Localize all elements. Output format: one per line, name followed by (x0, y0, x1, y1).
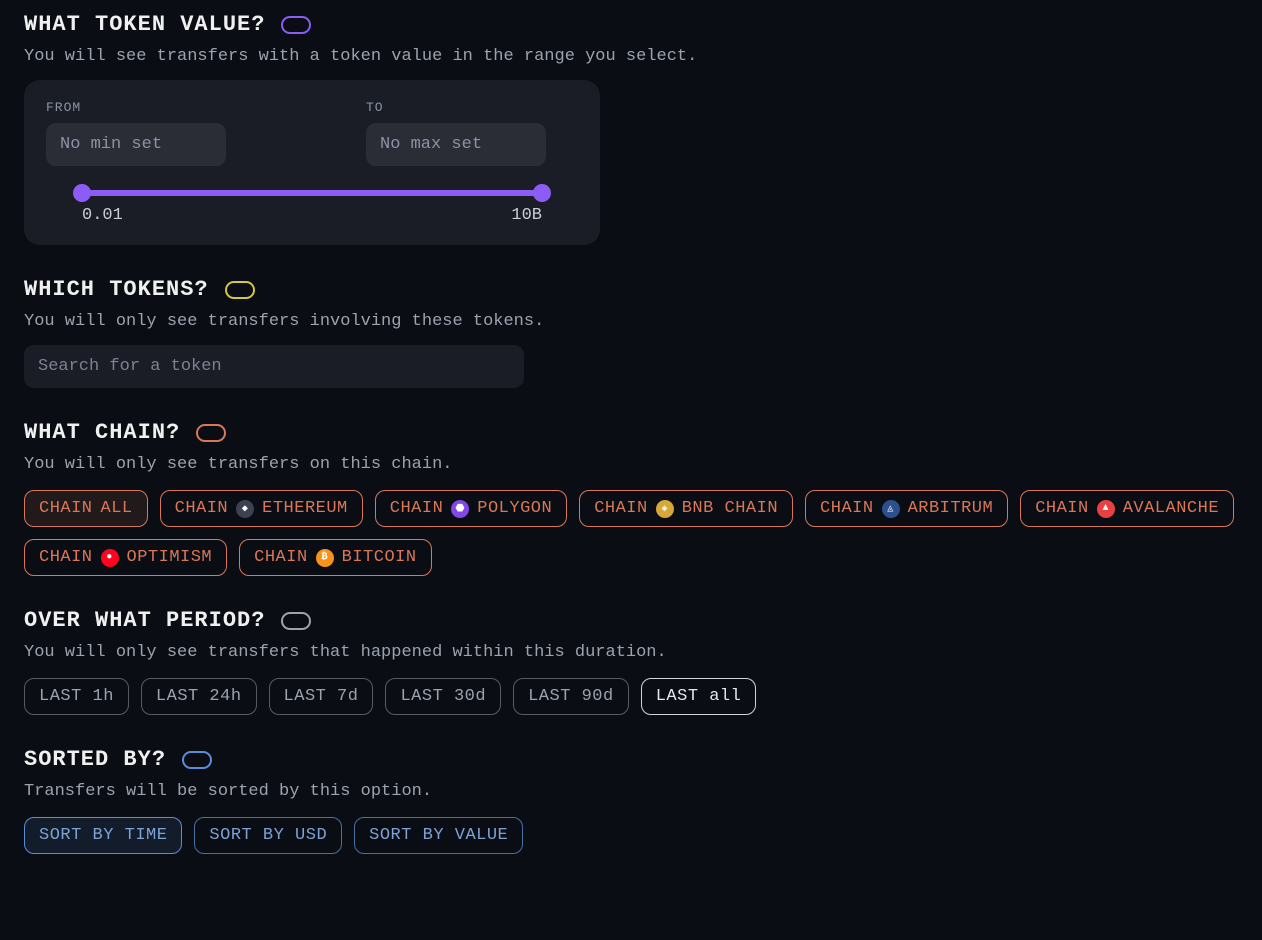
pill-indicator-orange (196, 424, 226, 442)
period-chip-7d[interactable]: LAST 7d (269, 678, 374, 715)
chain-chip-avalanche[interactable]: CHAIN ▲ AVALANCHE (1020, 490, 1234, 527)
section-header: WHAT CHAIN? (24, 420, 1238, 445)
section-title: WHICH TOKENS? (24, 277, 209, 302)
field-from-group: FROM (46, 100, 226, 166)
token-search-input[interactable] (24, 345, 524, 388)
section-description: Transfers will be sorted by this option. (24, 782, 1238, 801)
sort-options: SORT BY TIME SORT BY USD SORT BY VALUE (24, 817, 1238, 854)
range-fields: FROM TO (46, 100, 578, 166)
section-description: You will only see transfers on this chai… (24, 455, 1238, 474)
section-header: WHAT TOKEN VALUE? (24, 12, 1238, 37)
section-description: You will only see transfers that happene… (24, 643, 1238, 662)
section-title: SORTED BY? (24, 747, 166, 772)
chain-chip-all[interactable]: CHAIN ALL (24, 490, 148, 527)
section-header: WHICH TOKENS? (24, 277, 1238, 302)
period-chip-30d[interactable]: LAST 30d (385, 678, 501, 715)
chip-prefix: CHAIN (39, 548, 93, 567)
chip-prefix: CHAIN (175, 499, 229, 518)
btc-icon: ₿ (316, 549, 334, 567)
section-title: OVER WHAT PERIOD? (24, 608, 265, 633)
chain-chip-bnb-chain[interactable]: CHAIN ◈ BNB CHAIN (579, 490, 793, 527)
slider-thumb-max[interactable] (533, 184, 551, 202)
chip-prefix: CHAIN (1035, 499, 1089, 518)
opt-icon: ● (101, 549, 119, 567)
bnb-icon: ◈ (656, 500, 674, 518)
chip-label: POLYGON (477, 499, 552, 518)
avax-icon: ▲ (1097, 500, 1115, 518)
period-options: LAST 1h LAST 24h LAST 7d LAST 30d LAST 90d LA… (24, 678, 1238, 715)
section-description: You will only see transfers involving th… (24, 312, 1238, 331)
chip-prefix: CHAIN (390, 499, 444, 518)
pill-indicator-yellow (225, 281, 255, 299)
chip-prefix: CHAIN (820, 499, 874, 518)
chip-label: BITCOIN (342, 548, 417, 567)
slider-min-label: 0.01 (82, 206, 123, 225)
chain-chip-arbitrum[interactable]: CHAIN ◬ ARBITRUM (805, 490, 1008, 527)
field-to-group: TO (366, 100, 546, 166)
period-chip-90d[interactable]: LAST 90d (513, 678, 629, 715)
chip-prefix: CHAIN (39, 499, 93, 518)
range-panel: FROM TO 0.01 10B (24, 80, 600, 245)
section-header: OVER WHAT PERIOD? (24, 608, 1238, 633)
section-tokens: WHICH TOKENS? You will only see transfer… (24, 277, 1238, 388)
chip-label: ETHEREUM (262, 499, 348, 518)
chain-chip-bitcoin[interactable]: CHAIN ₿ BITCOIN (239, 539, 431, 576)
chip-prefix: CHAIN (594, 499, 648, 518)
sort-chip-usd[interactable]: SORT BY USD (194, 817, 342, 854)
chain-chip-polygon[interactable]: CHAIN ⬣ POLYGON (375, 490, 567, 527)
section-chain: WHAT CHAIN? You will only see transfers … (24, 420, 1238, 576)
section-description: You will see transfers with a token valu… (24, 47, 1238, 66)
section-title: WHAT CHAIN? (24, 420, 180, 445)
polygon-icon: ⬣ (451, 500, 469, 518)
chain-options: CHAINALLCHAIN◆ETHEREUMCHAIN⬣POLYGONCHAIN… (24, 490, 1238, 576)
eth-icon: ◆ (236, 500, 254, 518)
sort-chip-value[interactable]: SORT BY VALUE (354, 817, 523, 854)
chip-label: OPTIMISM (127, 548, 213, 567)
arb-icon: ◬ (882, 500, 900, 518)
pill-indicator-purple (281, 16, 311, 34)
pill-indicator-blue (182, 751, 212, 769)
slider-labels: 0.01 10B (82, 206, 542, 225)
to-input[interactable] (366, 123, 546, 166)
chain-chip-ethereum[interactable]: CHAIN ◆ ETHEREUM (160, 490, 363, 527)
section-header: SORTED BY? (24, 747, 1238, 772)
period-chip-1h[interactable]: LAST 1h (24, 678, 129, 715)
section-sort: SORTED BY? Transfers will be sorted by t… (24, 747, 1238, 854)
period-chip-all[interactable]: LAST all (641, 678, 757, 715)
chip-label: AVALANCHE (1123, 499, 1219, 518)
period-chip-24h[interactable]: LAST 24h (141, 678, 257, 715)
chip-label: ALL (101, 499, 133, 518)
chip-prefix: CHAIN (254, 548, 308, 567)
sort-chip-time[interactable]: SORT BY TIME (24, 817, 182, 854)
chain-chip-optimism[interactable]: CHAIN ● OPTIMISM (24, 539, 227, 576)
field-to-label: TO (366, 100, 546, 115)
from-input[interactable] (46, 123, 226, 166)
pill-indicator-gray (281, 612, 311, 630)
field-from-label: FROM (46, 100, 226, 115)
range-slider[interactable] (82, 190, 542, 196)
slider-thumb-min[interactable] (73, 184, 91, 202)
section-period: OVER WHAT PERIOD? You will only see tran… (24, 608, 1238, 715)
section-token-value: WHAT TOKEN VALUE? You will see transfers… (24, 12, 1238, 245)
chip-label: BNB CHAIN (682, 499, 778, 518)
chip-label: ARBITRUM (908, 499, 994, 518)
slider-max-label: 10B (511, 206, 542, 225)
section-title: WHAT TOKEN VALUE? (24, 12, 265, 37)
